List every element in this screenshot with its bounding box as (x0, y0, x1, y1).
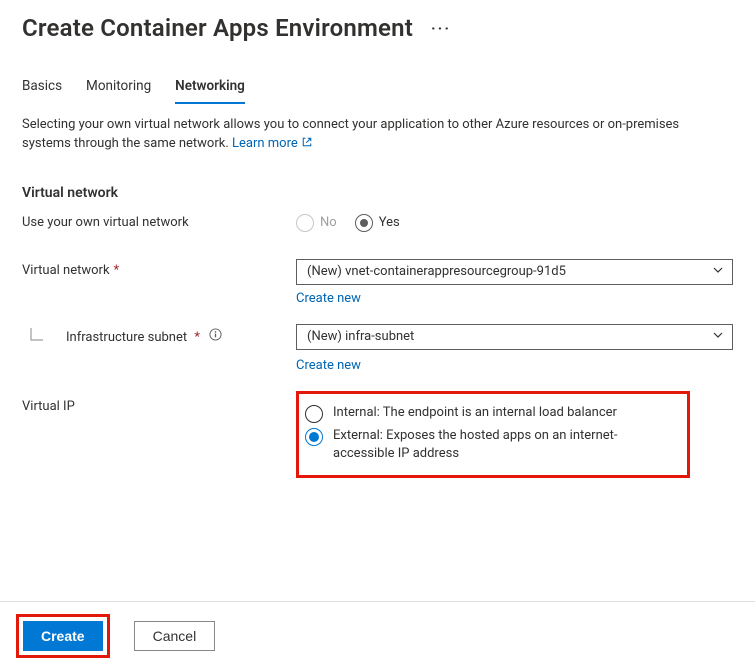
virtual-ip-internal-text: Internal: The endpoint is an internal lo… (333, 404, 617, 422)
tab-bar: Basics Monitoring Networking (22, 74, 733, 104)
create-button-highlight-box: Create (16, 614, 110, 658)
infrastructure-subnet-label: Infrastructure subnet (66, 330, 187, 345)
tree-connector-icon (28, 328, 46, 352)
use-own-vnet-yes[interactable]: Yes (355, 214, 400, 232)
virtual-ip-highlight-box: Internal: The endpoint is an internal lo… (296, 391, 690, 478)
create-button[interactable]: Create (23, 621, 103, 651)
virtual-network-select[interactable]: (New) vnet-containerappresourcegroup-91d… (296, 259, 733, 285)
infrastructure-subnet-select[interactable]: (New) infra-subnet (296, 324, 733, 350)
page-title: Create Container Apps Environment (22, 14, 413, 42)
virtual-ip-internal-option[interactable]: Internal: The endpoint is an internal lo… (305, 404, 677, 423)
required-asterisk: * (114, 263, 120, 278)
chevron-down-icon (712, 329, 724, 345)
use-own-vnet-label: Use your own virtual network (22, 211, 296, 230)
required-asterisk: * (194, 330, 200, 345)
intro-body: Selecting your own virtual network allow… (22, 117, 679, 151)
virtual-network-value: (New) vnet-containerappresourcegroup-91d… (307, 264, 566, 279)
virtual-ip-label: Virtual IP (22, 391, 296, 414)
radio-label-no: No (320, 215, 337, 230)
virtual-network-label: Virtual network (22, 263, 110, 278)
radio-label-yes: Yes (379, 215, 400, 230)
tab-networking[interactable]: Networking (175, 74, 245, 104)
virtual-ip-external-text: External: Exposes the hosted apps on an … (333, 427, 677, 463)
more-actions-icon[interactable]: ··· (431, 19, 451, 38)
learn-more-link[interactable]: Learn more (232, 136, 313, 151)
infrastructure-subnet-value: (New) infra-subnet (307, 329, 414, 344)
cancel-button[interactable]: Cancel (134, 621, 216, 651)
create-new-vnet-link[interactable]: Create new (296, 291, 361, 306)
tab-basics[interactable]: Basics (22, 74, 62, 104)
create-new-subnet-link[interactable]: Create new (296, 358, 361, 373)
chevron-down-icon (712, 264, 724, 280)
info-icon[interactable] (209, 328, 222, 341)
intro-text: Selecting your own virtual network allow… (22, 116, 722, 155)
use-own-vnet-no[interactable]: No (296, 214, 337, 232)
external-link-icon (301, 136, 313, 155)
virtual-ip-external-option[interactable]: External: Exposes the hosted apps on an … (305, 427, 677, 463)
tab-monitoring[interactable]: Monitoring (86, 74, 151, 104)
footer-bar: Create Cancel (0, 601, 755, 670)
section-virtual-network-heading: Virtual network (22, 185, 733, 201)
